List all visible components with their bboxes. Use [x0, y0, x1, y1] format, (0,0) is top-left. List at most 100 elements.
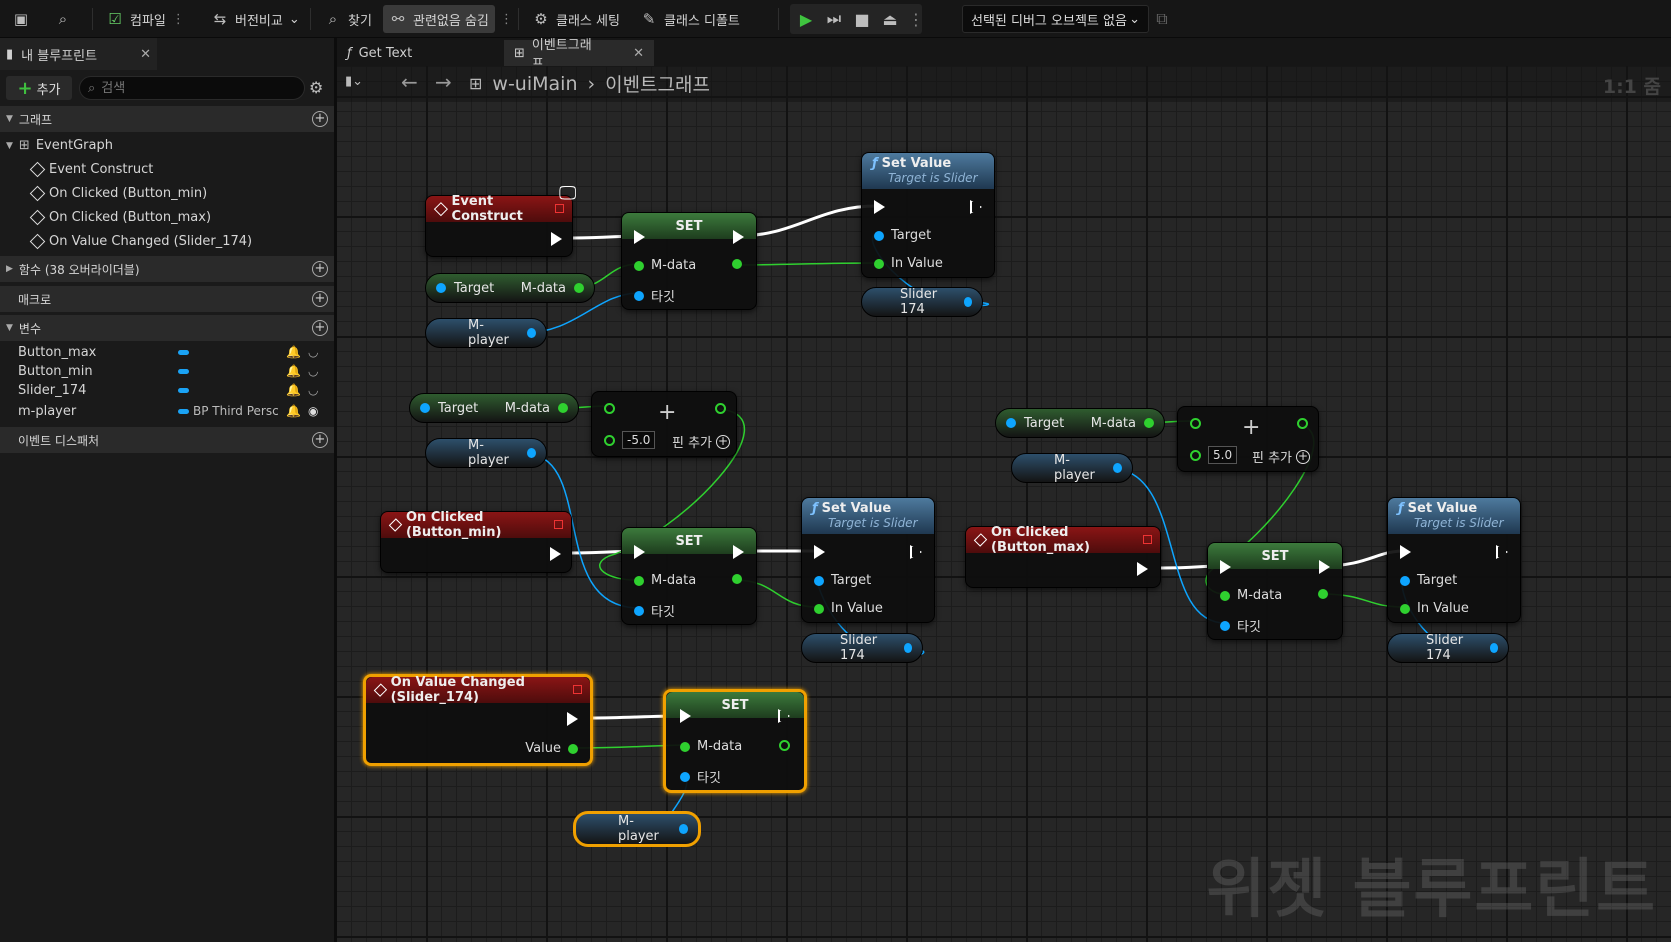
mdata-out-pin[interactable]: [1318, 589, 1328, 599]
target-pin[interactable]: 타깃: [634, 601, 675, 620]
node-set-value-3[interactable]: ƒ Set Value Target is Slider Target In Val…: [1387, 497, 1521, 623]
node-add-max[interactable]: + 5.0 핀 추가 +: [1177, 406, 1319, 472]
settings-gear-icon[interactable]: ⚙: [309, 78, 323, 97]
variable-row[interactable]: m-player BP Third Persc 🔔 ◉: [0, 400, 334, 422]
close-icon[interactable]: ✕: [140, 47, 151, 62]
eye-closed-icon[interactable]: ◡: [308, 383, 318, 397]
section-functions[interactable]: ▶ 함수 (38 오버라이더블) +: [0, 256, 334, 282]
class-defaults-button[interactable]: ✎ 클래스 디폴트: [634, 5, 746, 33]
delegate-pin-icon[interactable]: [555, 204, 564, 213]
section-variables[interactable]: ▼ 변수 +: [0, 315, 334, 341]
exec-in-pin[interactable]: [634, 545, 645, 559]
add-in-a-pin[interactable]: [1190, 418, 1201, 429]
target-pin[interactable]: Target: [814, 573, 871, 588]
bell-icon[interactable]: 🔔: [286, 364, 301, 378]
exec-out-pin[interactable]: [778, 709, 790, 723]
target-pin[interactable]: 타깃: [680, 767, 721, 786]
mdata-pin[interactable]: M-data: [680, 739, 742, 754]
exec-out-pin[interactable]: [970, 200, 982, 214]
search-field[interactable]: ⌕: [79, 76, 305, 100]
exec-out-pin[interactable]: [733, 230, 744, 244]
section-dispatchers[interactable]: 이벤트 디스패처 +: [0, 427, 334, 453]
value-out-pin[interactable]: Value: [525, 741, 578, 756]
class-settings-button[interactable]: ⚙ 클래스 세팅: [526, 5, 626, 33]
tree-item-eventgraph[interactable]: ▼ ⊞ EventGraph: [6, 138, 113, 153]
add-in-b-pin[interactable]: -5.0: [604, 431, 656, 449]
exec-out-pin[interactable]: [550, 547, 561, 561]
tab-get-text[interactable]: ƒ Get Text: [337, 40, 487, 66]
var-slider-2[interactable]: Slider 174: [801, 633, 923, 663]
debug-filter-icon[interactable]: ⧉: [1149, 6, 1175, 32]
node-set-construct[interactable]: SET M-data 타깃: [621, 212, 757, 310]
exec-out-pin[interactable]: [1319, 560, 1330, 574]
var-mplayer-2[interactable]: M-player: [425, 438, 547, 468]
tab-event-graph[interactable]: ⊞ 이벤트그래프 ✕: [504, 38, 654, 72]
save-button[interactable]: ▣: [6, 5, 36, 33]
value-input[interactable]: -5.0: [622, 431, 656, 449]
section-macros[interactable]: 매크로 +: [0, 286, 334, 312]
node-onclicked-max[interactable]: On Clicked (Button_max): [965, 525, 1161, 588]
target-pin[interactable]: Target: [1400, 573, 1457, 588]
node-set-valuechanged[interactable]: SET M-data 타깃: [663, 689, 807, 793]
add-in-b-pin[interactable]: 5.0: [1190, 446, 1238, 464]
in-value-pin[interactable]: In Value: [814, 601, 883, 616]
exec-out-pin[interactable]: [551, 232, 562, 246]
node-set-value-1[interactable]: ƒ Set Value Target is Slider Target In Val…: [861, 152, 995, 278]
add-button[interactable]: + 추가: [6, 76, 72, 100]
mdata-pin[interactable]: M-data: [1220, 588, 1282, 603]
var-mplayer-4[interactable]: M-player: [573, 811, 701, 847]
add-out-pin[interactable]: [1297, 418, 1308, 429]
search-input[interactable]: [101, 80, 282, 96]
eject-icon[interactable]: ⏏: [877, 6, 903, 32]
bell-icon[interactable]: 🔔: [286, 404, 301, 418]
bell-icon[interactable]: 🔔: [286, 345, 301, 359]
value-input[interactable]: 5.0: [1208, 446, 1238, 464]
tree-item-onclicked-max[interactable]: On Clicked (Button_max): [29, 209, 211, 226]
add-in-a-pin[interactable]: [604, 403, 615, 414]
eye-closed-icon[interactable]: ◡: [308, 345, 318, 359]
node-set-max[interactable]: SET M-data 타깃: [1207, 542, 1343, 640]
play-options-icon[interactable]: ⋮: [903, 6, 929, 32]
exec-out-pin[interactable]: [1496, 545, 1508, 559]
add-out-pin[interactable]: [715, 403, 726, 414]
exec-out-pin[interactable]: [733, 545, 744, 559]
eye-closed-icon[interactable]: ◡: [308, 364, 318, 378]
mdata-out-pin[interactable]: [732, 259, 742, 269]
node-event-construct[interactable]: Event Construct: [425, 194, 573, 257]
add-graph-icon[interactable]: +: [312, 111, 328, 127]
bell-icon[interactable]: 🔔: [286, 383, 301, 397]
var-slider-1[interactable]: Slider 174: [861, 287, 983, 317]
variable-row[interactable]: Slider_174 🔔 ◡: [0, 379, 334, 401]
add-macro-icon[interactable]: +: [312, 291, 328, 307]
node-onvaluechanged[interactable]: On Value Changed (Slider_174) Value: [363, 674, 593, 766]
in-value-pin[interactable]: In Value: [1400, 601, 1469, 616]
tree-item-onclicked-min[interactable]: On Clicked (Button_min): [29, 185, 207, 202]
exec-in-pin[interactable]: [634, 230, 645, 244]
find-button[interactable]: ⌕ 찾기: [318, 5, 378, 33]
var-mplayer-1[interactable]: M-player: [425, 318, 547, 348]
add-pin-button[interactable]: 핀 추가 +: [672, 432, 731, 451]
var-get-mdata-3[interactable]: Target M-data: [995, 408, 1165, 438]
close-icon[interactable]: ✕: [603, 46, 644, 61]
in-value-pin[interactable]: In Value: [874, 256, 943, 271]
diff-button[interactable]: ⇆ 버전비교 ⌄: [205, 5, 306, 33]
node-set-value-2[interactable]: ƒ Set Value Target is Slider Target In Val…: [801, 497, 935, 623]
eye-open-icon[interactable]: ◉: [308, 404, 318, 418]
section-graphs[interactable]: ▼ 그래프 +: [0, 106, 334, 132]
stop-icon[interactable]: ■: [849, 6, 875, 32]
browse-button[interactable]: ⌕: [48, 5, 78, 33]
my-blueprint-tab[interactable]: ▮ 내 블루프린트 ✕: [0, 38, 157, 70]
tree-item-event-construct[interactable]: Event Construct: [29, 161, 153, 178]
target-pin[interactable]: Target: [874, 228, 931, 243]
add-variable-icon[interactable]: +: [312, 320, 328, 336]
exec-out-pin[interactable]: [567, 712, 578, 726]
var-slider-3[interactable]: Slider 174: [1387, 633, 1509, 663]
compile-button[interactable]: ☑ 컴파일 ⋮: [100, 5, 191, 33]
add-pin-button[interactable]: 핀 추가 +: [1252, 447, 1311, 466]
step-icon[interactable]: ⏭: [821, 6, 847, 32]
exec-in-pin[interactable]: [680, 709, 691, 723]
exec-in-pin[interactable]: [1220, 560, 1231, 574]
mdata-pin[interactable]: M-data: [634, 258, 696, 273]
delegate-pin-icon[interactable]: [554, 520, 563, 529]
exec-in-pin[interactable]: [1400, 545, 1411, 559]
